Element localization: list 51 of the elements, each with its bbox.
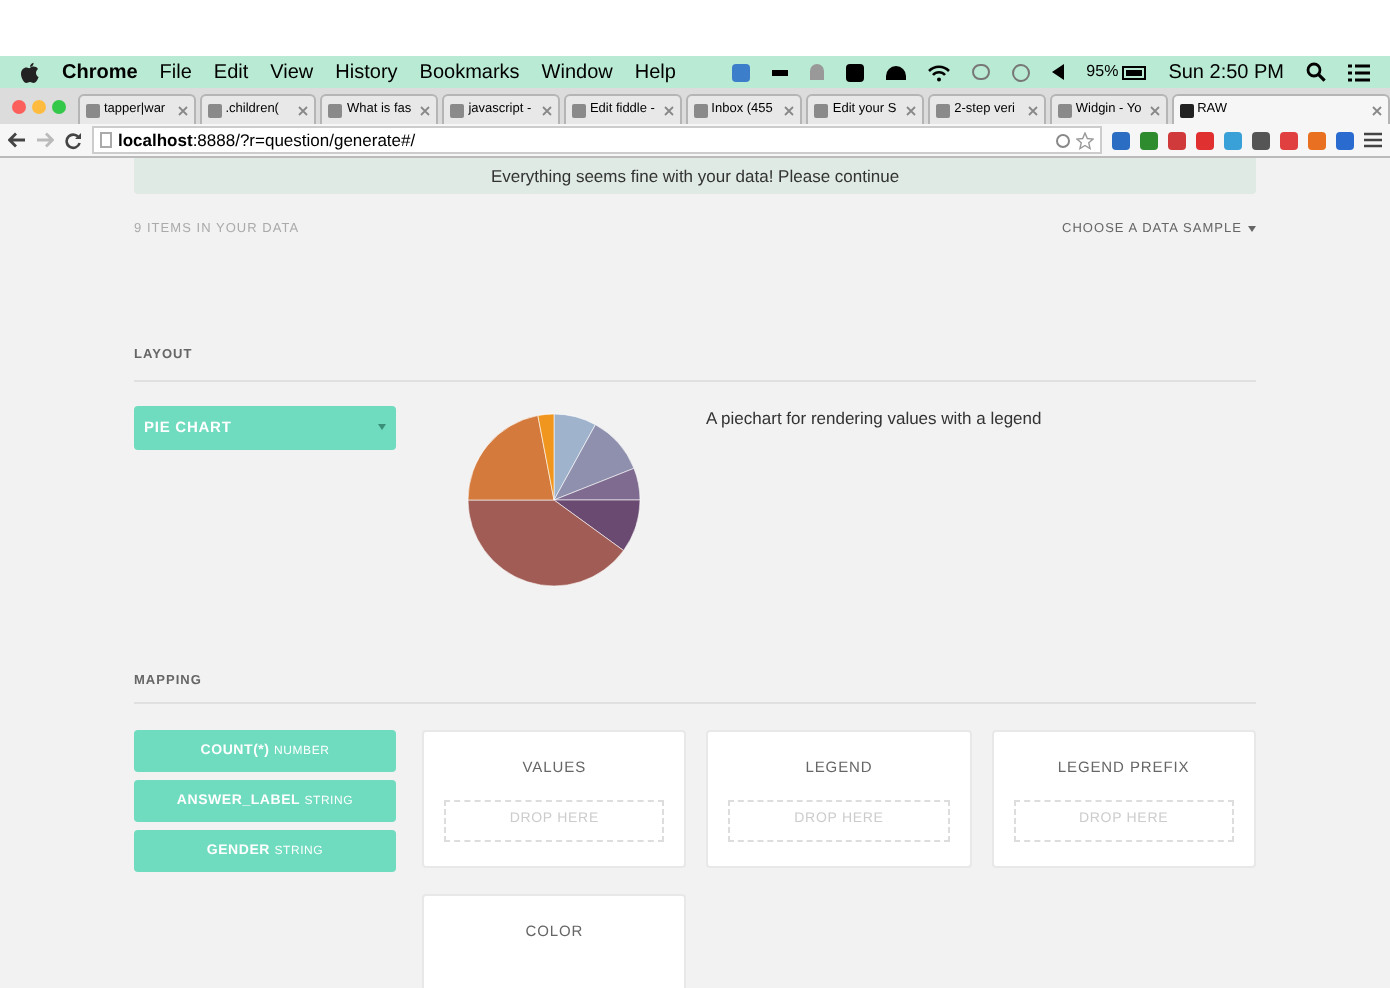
menu-item[interactable]: Edit xyxy=(213,57,249,87)
chart-description: A piechart for rendering values with a legend xyxy=(706,405,1042,432)
menu-item[interactable]: View xyxy=(270,57,314,87)
reload-icon[interactable] xyxy=(64,131,82,149)
url-text: localhost:8888/?r=question/generate#/ xyxy=(118,127,416,153)
apple-icon[interactable] xyxy=(20,61,40,83)
close-tab-icon[interactable] xyxy=(906,105,917,115)
site-icon xyxy=(328,103,343,117)
site-icon xyxy=(693,103,708,117)
close-tab-icon[interactable] xyxy=(784,105,795,115)
menu-item[interactable]: Help xyxy=(634,57,676,87)
page-icon xyxy=(100,132,112,148)
site-icon xyxy=(936,103,951,117)
menu-icon[interactable] xyxy=(1364,132,1382,148)
app-icon[interactable] xyxy=(846,63,865,81)
close-tab-icon[interactable] xyxy=(663,105,674,115)
close-tab-icon[interactable] xyxy=(1027,105,1038,115)
clock[interactable]: Sun 2:50 PM xyxy=(1168,57,1284,87)
close-tab-icon[interactable] xyxy=(298,105,309,115)
wifi-icon[interactable] xyxy=(928,63,951,81)
success-banner: Everything seems fine with your data! Please continue xyxy=(134,158,1256,194)
back-icon[interactable] xyxy=(8,132,26,148)
menu-item[interactable]: History xyxy=(335,57,398,87)
forward-icon[interactable] xyxy=(36,132,54,148)
battery-percentage[interactable]: 95% xyxy=(1086,60,1119,84)
hat-icon[interactable] xyxy=(886,65,907,79)
close-tab-icon[interactable] xyxy=(541,105,552,115)
close-tab-icon[interactable] xyxy=(1372,105,1383,115)
battery-icon[interactable] xyxy=(1122,65,1147,79)
site-icon xyxy=(207,103,222,117)
list-icon[interactable] xyxy=(1348,63,1370,81)
caret-icon xyxy=(1248,226,1256,233)
minus-icon[interactable] xyxy=(772,69,789,75)
star-icon[interactable] xyxy=(1076,131,1094,149)
site-icon xyxy=(814,103,829,117)
app-name[interactable]: Chrome xyxy=(62,57,138,87)
menu-item[interactable]: Window xyxy=(541,57,613,87)
close-tab-icon[interactable] xyxy=(1149,105,1160,115)
site-icon xyxy=(571,103,586,117)
close-tab-icon[interactable] xyxy=(420,105,431,115)
close-window-icon[interactable] xyxy=(12,99,26,113)
menu-item[interactable]: File xyxy=(159,57,192,87)
site-icon xyxy=(1057,103,1072,117)
site-icon xyxy=(450,103,465,117)
close-tab-icon[interactable] xyxy=(177,105,188,115)
menu-item[interactable]: Bookmarks xyxy=(419,57,520,87)
site-icon xyxy=(86,103,100,117)
caret-icon xyxy=(378,424,386,430)
address-bar[interactable]: localhost:8888/?r=question/generate#/ xyxy=(92,126,1102,154)
site-icon xyxy=(1179,103,1194,117)
search-icon[interactable] xyxy=(1306,62,1326,82)
